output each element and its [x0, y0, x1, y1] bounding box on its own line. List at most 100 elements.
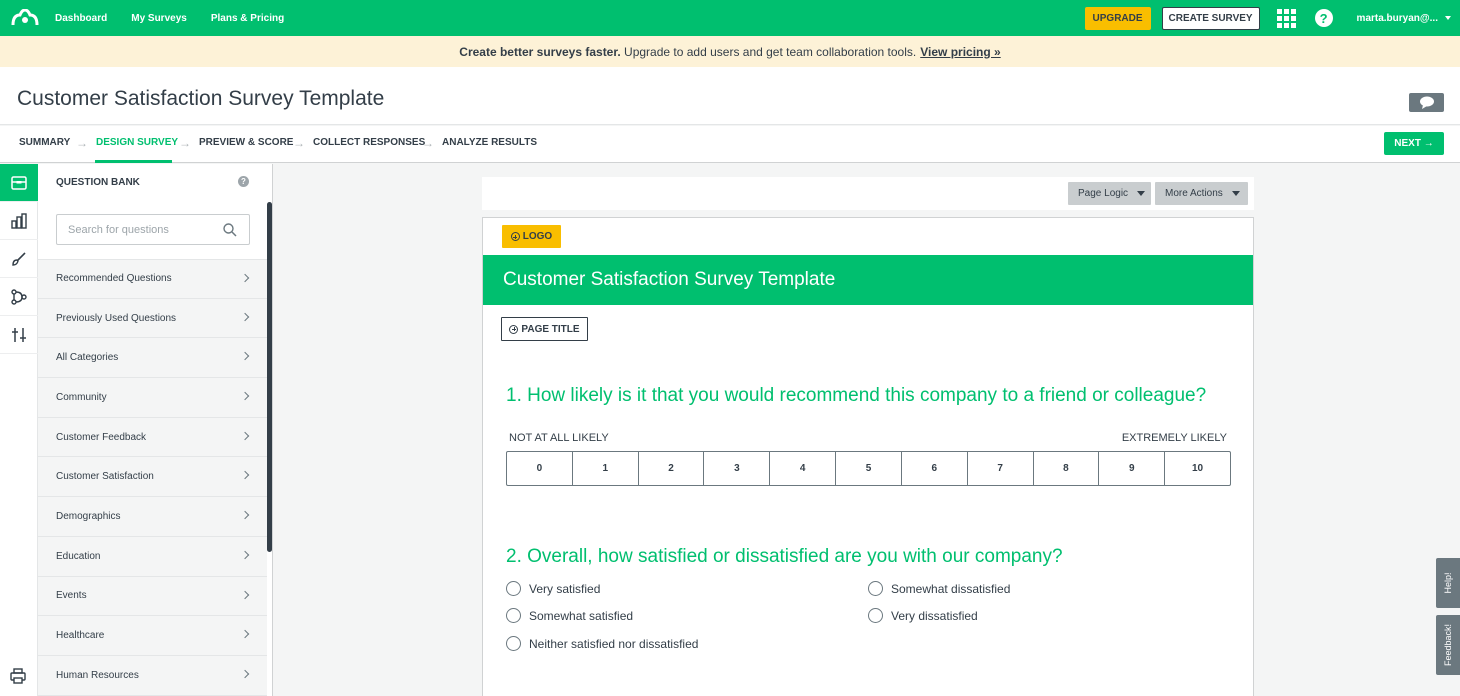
print-icon[interactable]: [10, 668, 26, 689]
radio-button[interactable]: [506, 581, 521, 596]
category-label: Community: [56, 391, 107, 403]
category-label: Previously Used Questions: [56, 312, 177, 324]
category-demographics[interactable]: Demographics: [38, 497, 267, 537]
chevron-right-icon: [240, 510, 250, 520]
category-human-resources[interactable]: Human Resources: [38, 655, 267, 696]
search-icon[interactable]: [223, 223, 237, 237]
survey-title: Customer Satisfaction Survey Template: [503, 269, 836, 290]
category-events[interactable]: Events: [38, 576, 267, 617]
view-pricing-link[interactable]: View pricing »: [920, 45, 1000, 59]
category-label: Customer Feedback: [56, 431, 147, 443]
help-icon[interactable]: ?: [1314, 9, 1333, 27]
next-button[interactable]: NEXT →: [1384, 132, 1444, 155]
nps-option-2[interactable]: 2: [639, 452, 705, 485]
nps-option-1[interactable]: 1: [573, 452, 639, 485]
radio-button[interactable]: [506, 608, 521, 623]
category-education[interactable]: Education: [38, 536, 267, 577]
options-sliders-icon[interactable]: [0, 316, 38, 354]
apps-grid-icon[interactable]: [1276, 8, 1296, 28]
plus-circle-icon: [509, 324, 519, 334]
survey-title-banner[interactable]: Customer Satisfaction Survey Template: [483, 255, 1253, 305]
nps-option-8[interactable]: 8: [1034, 452, 1100, 485]
comments-button[interactable]: [1409, 93, 1444, 112]
upgrade-button[interactable]: UPGRADE: [1084, 6, 1151, 30]
nps-option-7[interactable]: 7: [968, 452, 1034, 485]
chevron-right-icon: [240, 669, 250, 679]
page-title: Customer Satisfaction Survey Template: [17, 87, 385, 110]
category-healthcare[interactable]: Healthcare: [38, 616, 267, 656]
page-toolbar: Page Logic More Actions: [482, 177, 1254, 210]
nav-my-surveys-link[interactable]: My Surveys: [131, 13, 187, 24]
step-collect-responses[interactable]: COLLECT RESPONSES: [313, 137, 425, 148]
arrow-right-icon: →: [422, 136, 434, 150]
category-customer-satisfaction[interactable]: Customer Satisfaction: [38, 457, 267, 498]
option-very-dissatisfied[interactable]: Very dissatisfied: [868, 608, 978, 623]
feedback-side-tab[interactable]: Feedback!: [1436, 615, 1460, 675]
add-page-title-button[interactable]: PAGE TITLE: [501, 317, 588, 341]
radio-button[interactable]: [506, 636, 521, 651]
banner-headline: Create better surveys faster.: [459, 44, 621, 59]
upgrade-banner: Create better surveys faster. Upgrade to…: [0, 36, 1460, 67]
category-label: Events: [56, 590, 87, 602]
surveymonkey-logo-icon[interactable]: [11, 8, 39, 28]
page-title-button-label: PAGE TITLE: [521, 323, 580, 335]
logic-icon[interactable]: [0, 278, 38, 316]
chevron-right-icon: [240, 273, 250, 283]
chevron-right-icon: [240, 550, 250, 560]
option-label: Somewhat satisfied: [529, 608, 634, 623]
option-label: Neither satisfied nor dissatisfied: [529, 636, 699, 651]
survey-title-bar: Customer Satisfaction Survey Template: [0, 67, 1460, 125]
user-account-menu[interactable]: marta.buryan@...: [1357, 13, 1451, 24]
category-label: All Categories: [56, 352, 119, 364]
nps-option-4[interactable]: 4: [770, 452, 837, 485]
themes-icon[interactable]: [0, 202, 38, 240]
nps-option-6[interactable]: 6: [902, 452, 968, 485]
option-somewhat-satisfied[interactable]: Somewhat satisfied: [506, 608, 633, 623]
category-label: Human Resources: [56, 669, 139, 681]
nav-dashboard-link[interactable]: Dashboard: [55, 13, 107, 24]
add-logo-button[interactable]: LOGO: [502, 225, 561, 248]
step-analyze-results[interactable]: ANALYZE RESULTS: [442, 137, 537, 148]
option-very-satisfied[interactable]: Very satisfied: [506, 581, 600, 596]
question-bank-panel: QUESTION BANK ? Recommended Questions Pr…: [38, 164, 273, 696]
style-brush-icon[interactable]: [0, 240, 38, 278]
option-somewhat-dissatisfied[interactable]: Somewhat dissatisfied: [868, 581, 1010, 596]
nps-scale: 0 1 2 3 4 5 6 7 8 9 10: [506, 451, 1231, 486]
step-summary[interactable]: SUMMARY: [19, 137, 70, 148]
chevron-right-icon: [240, 629, 250, 639]
option-neither[interactable]: Neither satisfied nor dissatisfied: [506, 636, 698, 651]
nav-plans-pricing-link[interactable]: Plans & Pricing: [211, 13, 284, 24]
question-2-title[interactable]: 2. Overall, how satisfied or dissatisfie…: [506, 546, 1063, 568]
category-customer-feedback[interactable]: Customer Feedback: [38, 417, 267, 458]
scale-low-label: NOT AT ALL LIKELY: [509, 432, 609, 444]
question-1-title[interactable]: 1. How likely is it that you would recom…: [506, 385, 1206, 407]
create-survey-button[interactable]: CREATE SURVEY: [1161, 6, 1260, 30]
category-recommended-questions[interactable]: Recommended Questions: [38, 259, 267, 299]
nps-option-5[interactable]: 5: [836, 452, 902, 485]
help-side-tab[interactable]: Help!: [1436, 558, 1460, 608]
comment-bubble-icon: [1419, 96, 1434, 109]
category-previously-used-questions[interactable]: Previously Used Questions: [38, 298, 267, 339]
arrow-right-icon: →: [179, 136, 191, 150]
nps-option-10[interactable]: 10: [1165, 452, 1230, 485]
question-search-input[interactable]: [68, 215, 218, 244]
option-label: Somewhat dissatisfied: [891, 581, 1011, 596]
arrow-right-icon: →: [76, 136, 88, 150]
chevron-right-icon: [240, 312, 250, 321]
chevron-right-icon: [240, 352, 250, 361]
more-actions-button[interactable]: More Actions: [1155, 182, 1248, 205]
category-community[interactable]: Community: [38, 378, 267, 418]
radio-button[interactable]: [868, 581, 883, 596]
nps-option-3[interactable]: 3: [704, 452, 771, 485]
question-bank-help-icon[interactable]: ?: [238, 176, 249, 187]
radio-button[interactable]: [868, 608, 883, 623]
question-bank-scrollbar[interactable]: [267, 202, 272, 552]
category-all-categories[interactable]: All Categories: [38, 338, 267, 379]
nps-option-9[interactable]: 9: [1099, 452, 1166, 485]
top-navigation: Dashboard My Surveys Plans & Pricing UPG…: [0, 0, 1460, 36]
nps-option-0[interactable]: 0: [507, 452, 573, 485]
step-preview-score[interactable]: PREVIEW & SCORE: [199, 137, 293, 148]
step-design-survey[interactable]: DESIGN SURVEY: [96, 137, 178, 148]
question-bank-icon[interactable]: [0, 164, 38, 202]
page-logic-button[interactable]: Page Logic: [1068, 182, 1151, 205]
